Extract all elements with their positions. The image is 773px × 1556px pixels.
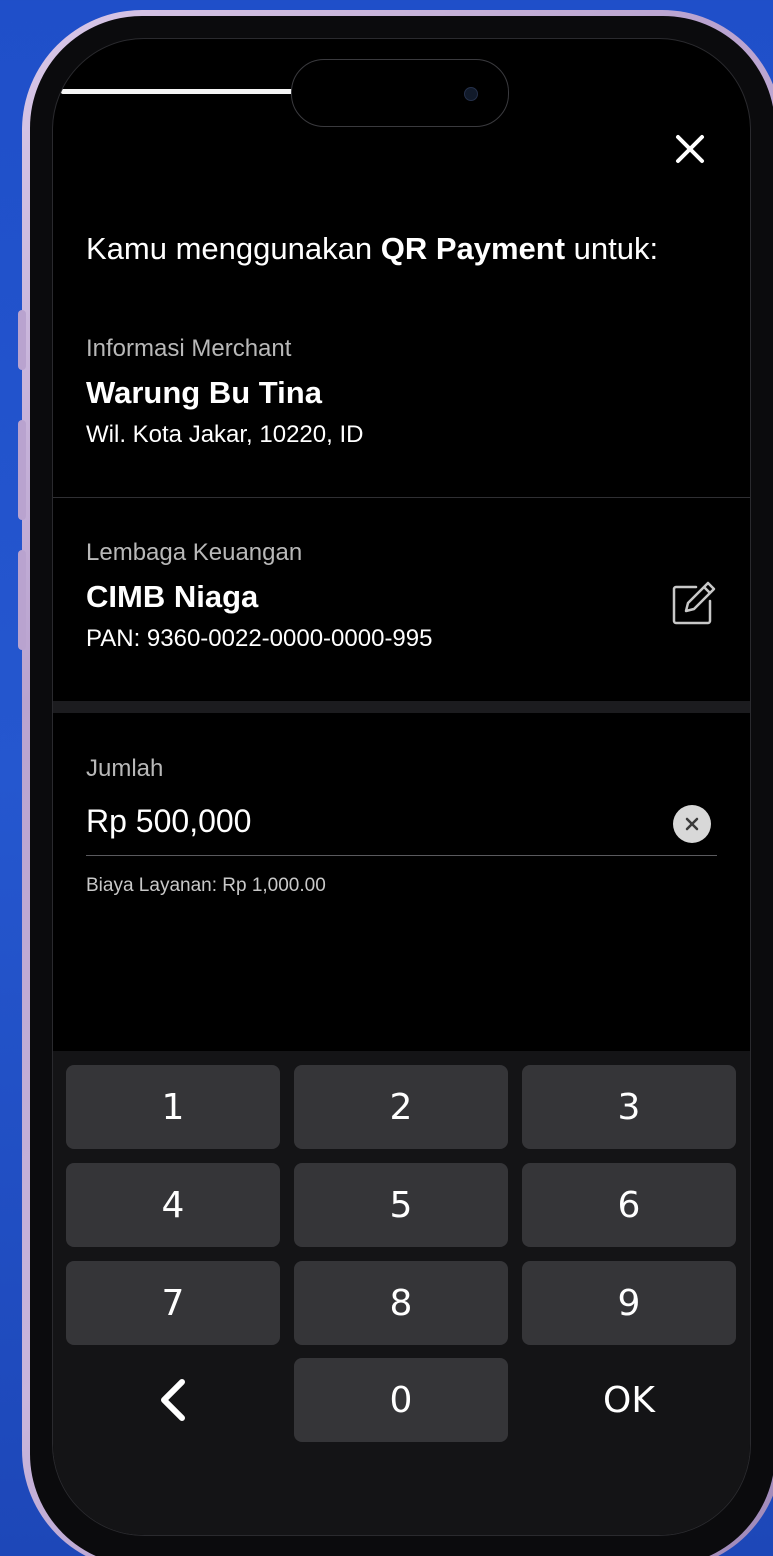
- amount-value: Rp 500,000: [86, 803, 252, 839]
- key-4[interactable]: 4: [66, 1163, 280, 1247]
- amount-input[interactable]: Rp 500,000: [86, 799, 717, 856]
- dynamic-island: [291, 59, 509, 127]
- key-9[interactable]: 9: [522, 1261, 736, 1345]
- backspace-key[interactable]: [66, 1358, 280, 1442]
- merchant-section: Informasi Merchant Warung Bu Tina Wil. K…: [86, 335, 363, 449]
- phone-screen: Kamu menggunakan QR Payment untuk: Infor…: [52, 38, 751, 1536]
- key-5[interactable]: 5: [294, 1163, 508, 1247]
- title-bold: QR Payment: [380, 231, 566, 266]
- key-3[interactable]: 3: [522, 1065, 736, 1149]
- clear-icon: [685, 817, 699, 831]
- close-icon: [676, 135, 704, 163]
- page-title: Kamu menggunakan QR Payment untuk:: [86, 231, 658, 267]
- clear-button[interactable]: [673, 805, 711, 843]
- key-2[interactable]: 2: [294, 1065, 508, 1149]
- volume-down-button: [18, 550, 26, 650]
- key-6[interactable]: 6: [522, 1163, 736, 1247]
- key-7[interactable]: 7: [66, 1261, 280, 1345]
- amount-label-wrap: Jumlah: [86, 755, 163, 783]
- divider: [53, 497, 750, 498]
- institution-pan: PAN: 9360-0022-0000-0000-995: [86, 625, 433, 652]
- key-0[interactable]: 0: [294, 1358, 508, 1442]
- merchant-name: Warung Bu Tina: [86, 375, 322, 410]
- service-fee: Biaya Layanan: Rp 1,000.00: [86, 875, 326, 896]
- merchant-address: Wil. Kota Jakar, 10220, ID: [86, 421, 364, 448]
- institution-label: Lembaga Keuangan: [86, 539, 303, 566]
- chevron-left-icon: [161, 1379, 185, 1421]
- section-divider: [53, 701, 750, 713]
- side-button: [18, 310, 26, 370]
- progress-bar: [61, 89, 301, 94]
- title-prefix: Kamu menggunakan: [86, 231, 381, 266]
- title-suffix: untuk:: [565, 231, 659, 266]
- key-8[interactable]: 8: [294, 1261, 508, 1345]
- merchant-label: Informasi Merchant: [86, 335, 292, 362]
- edit-button[interactable]: [670, 579, 718, 627]
- institution-section: Lembaga Keuangan CIMB Niaga PAN: 9360-00…: [86, 539, 432, 653]
- institution-name: CIMB Niaga: [86, 579, 259, 614]
- close-button[interactable]: [670, 129, 710, 169]
- numeric-keypad: 1 2 3 4 5 6 7 8 9 0 OK: [53, 1051, 750, 1535]
- edit-icon: [672, 581, 716, 625]
- key-1[interactable]: 1: [66, 1065, 280, 1149]
- ok-key[interactable]: OK: [522, 1358, 736, 1442]
- volume-up-button: [18, 420, 26, 520]
- camera-icon: [464, 87, 478, 101]
- amount-label: Jumlah: [86, 755, 164, 782]
